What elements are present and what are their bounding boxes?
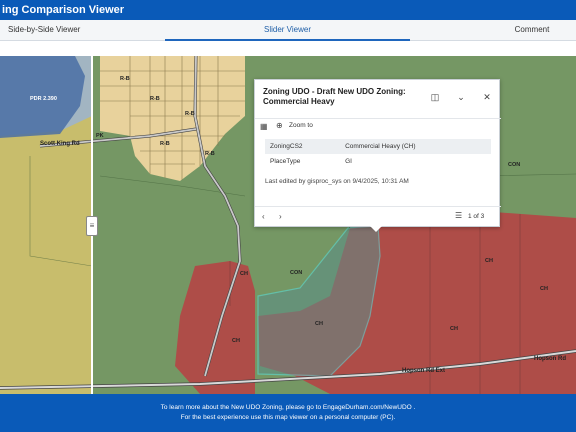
road-label-hopson: Hopson Rd (534, 356, 566, 362)
zoom-row: ▦ ⊕ Zoom to (255, 118, 501, 132)
field-value: GI (345, 158, 352, 165)
feature-list-icon[interactable]: ☰ (455, 211, 462, 220)
zone-label-rb: R-B (205, 151, 215, 157)
next-feature-button[interactable]: › (279, 212, 282, 221)
field-name: PlaceType (270, 158, 301, 165)
tab-comment[interactable]: Comment (500, 20, 564, 40)
select-features-icon[interactable]: ▦ (260, 122, 268, 131)
zoom-to-icon[interactable]: ⊕ (276, 121, 283, 130)
dock-icon[interactable]: ◫ (429, 92, 441, 103)
footer-line-1: To learn more about the New UDO Zoning, … (160, 404, 416, 411)
zone-label-pk: PK (96, 133, 104, 139)
road-label-scott-king: Scott King Rd (40, 141, 80, 147)
tab-side-by-side[interactable]: Side-by-Side Viewer (8, 20, 80, 40)
table-row: PlaceType GI (265, 154, 491, 169)
zone-label-ch: CH (232, 338, 240, 344)
footer-line-2: For the best experience use this map vie… (180, 414, 396, 421)
info-footer: To learn more about the New UDO Zoning, … (0, 394, 576, 432)
field-name: ZoningCS2 (265, 139, 341, 154)
zone-label-ch: CH (540, 286, 548, 292)
tab-bar: Side-by-Side Viewer Slider Viewer Commen… (0, 20, 576, 41)
zone-label-rb: R-B (160, 141, 170, 147)
feature-count: 1 of 3 (468, 213, 485, 220)
collapse-chevron-icon[interactable]: ⌄ (455, 92, 467, 103)
zone-label-con: CON (290, 270, 303, 276)
field-value: Commercial Heavy (CH) (340, 139, 491, 154)
road-label-hopson-ext: Hopson Rd Ext (402, 368, 445, 374)
tab-slider[interactable]: Slider Viewer (165, 20, 410, 41)
app-title: ing Comparison Viewer (0, 0, 576, 20)
zone-label-ch: CH (450, 326, 458, 332)
table-row: ZoningCS2 Commercial Heavy (CH) (265, 139, 491, 154)
zone-label-ch: CH (315, 321, 323, 327)
previous-feature-button[interactable]: ‹ (262, 212, 265, 221)
zoom-to-button[interactable]: Zoom to (289, 122, 313, 129)
zone-label-con: CON (508, 162, 521, 168)
slider-handle[interactable]: ≡ (86, 216, 98, 236)
feature-popup: Zoning UDO - Draft New UDO Zoning: Comme… (254, 79, 501, 227)
zone-label-rb: R-B (120, 76, 130, 82)
close-icon[interactable]: ✕ (481, 92, 493, 103)
zone-label-ch: CH (485, 258, 493, 264)
popup-pointer (370, 226, 382, 232)
last-edited-info: Last edited by gisproc_sys on 9/4/2025, … (265, 178, 409, 185)
zone-label-ch: CH (240, 271, 248, 277)
zone-label-rb: R-B (150, 96, 160, 102)
popup-title: Zoning UDO - Draft New UDO Zoning: Comme… (263, 87, 406, 106)
attribute-table: ZoningCS2 Commercial Heavy (CH) PlaceTyp… (265, 139, 491, 169)
popup-footer: ‹ › ☰ 1 of 3 (255, 206, 501, 226)
zone-label-rb: R-B (185, 111, 195, 117)
zone-label-pdr: PDR 2.390 (30, 96, 57, 102)
